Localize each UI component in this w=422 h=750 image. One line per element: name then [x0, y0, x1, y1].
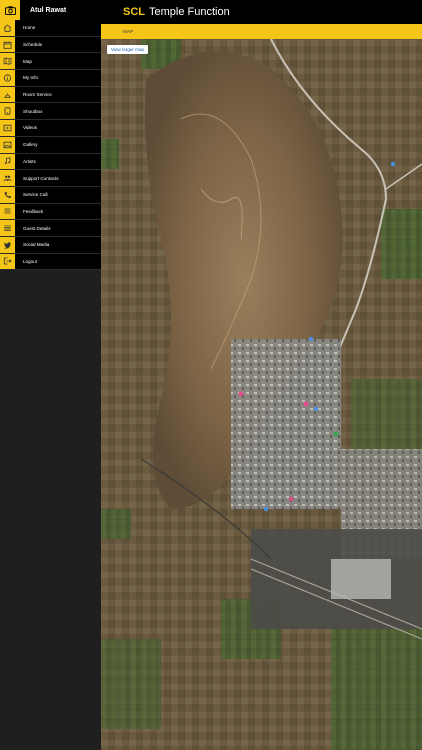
- satellite-imagery: [101, 39, 422, 750]
- sidebar-item-support-contacts[interactable]: Support Contacts: [0, 170, 101, 187]
- view-larger-map-link[interactable]: View larger map: [107, 45, 149, 54]
- sidebar-item-guest-details[interactable]: Guest Details: [0, 220, 101, 237]
- logout-icon: [0, 253, 15, 270]
- sidebar: Atul Rawat Home Schedule Map My Info Roo…: [0, 0, 101, 750]
- user-name: Atul Rawat: [30, 6, 67, 14]
- sidebar-item-artists[interactable]: Artists: [0, 153, 101, 171]
- sidebar-item-label: Social Media: [23, 242, 50, 248]
- breadcrumb-map: MAP: [123, 29, 134, 34]
- twitter-icon: [0, 236, 15, 253]
- sidebar-item-map[interactable]: Map: [0, 53, 101, 71]
- sidebar-item-label: Videos: [23, 125, 37, 131]
- video-icon: [0, 120, 15, 136]
- sidebar-item-label: My Info: [23, 75, 39, 81]
- sidebar-item-logout[interactable]: Logout: [0, 253, 101, 271]
- sidebar-item-label: Shoutbox: [23, 108, 43, 114]
- feedback-icon: [0, 203, 15, 220]
- sidebar-item-label: Schedule: [23, 42, 43, 48]
- music-note-icon: [0, 153, 15, 170]
- home-icon: [0, 20, 15, 36]
- sidebar-item-videos[interactable]: Videos: [0, 120, 101, 137]
- shoutbox-icon: [0, 103, 15, 120]
- satellite-map[interactable]: View larger map: [101, 39, 422, 750]
- sidebar-item-label: Guest Details: [23, 225, 51, 231]
- sidebar-item-label: Service Call: [23, 192, 48, 198]
- sidebar-menu: Home Schedule Map My Info Room Service S…: [0, 20, 101, 271]
- sidebar-item-room-service[interactable]: Room Service: [0, 86, 101, 104]
- sidebar-item-gallery[interactable]: Gallery: [0, 136, 101, 154]
- sidebar-item-schedule[interactable]: Schedule: [0, 36, 101, 54]
- bell-icon: [0, 86, 15, 103]
- sidebar-item-label: Room Service: [23, 92, 52, 98]
- sidebar-item-feedback[interactable]: Feedback: [0, 203, 101, 221]
- page-title: Temple Function: [149, 6, 230, 18]
- camera-icon[interactable]: [0, 0, 20, 20]
- sidebar-item-label: Support Contacts: [23, 175, 59, 181]
- sidebar-item-label: Map: [23, 58, 32, 64]
- sidebar-item-label: Gallery: [23, 142, 38, 148]
- phone-icon: [0, 186, 15, 203]
- app-header: SCL Temple Function: [101, 0, 422, 24]
- contacts-icon: [0, 170, 15, 186]
- sidebar-item-label: Artists: [23, 158, 36, 164]
- breadcrumb: MAP: [101, 24, 422, 39]
- guest-list-icon: [0, 220, 15, 236]
- brand-logo: SCL: [123, 6, 145, 18]
- gallery-icon: [0, 136, 15, 153]
- sidebar-item-home[interactable]: Home: [0, 20, 101, 37]
- sidebar-item-shoutbox[interactable]: Shoutbox: [0, 103, 101, 121]
- info-icon: [0, 70, 15, 86]
- sidebar-item-label: Feedback: [23, 208, 44, 214]
- sidebar-item-social-media[interactable]: Social Media: [0, 236, 101, 254]
- sidebar-item-my-info[interactable]: My Info: [0, 70, 101, 87]
- calendar-icon: [0, 36, 15, 53]
- sidebar-item-service-call[interactable]: Service Call: [0, 186, 101, 204]
- sidebar-item-label: Home: [23, 25, 36, 31]
- profile-header: Atul Rawat: [0, 0, 101, 20]
- map-icon: [0, 53, 15, 70]
- sidebar-item-label: Logout: [23, 258, 38, 264]
